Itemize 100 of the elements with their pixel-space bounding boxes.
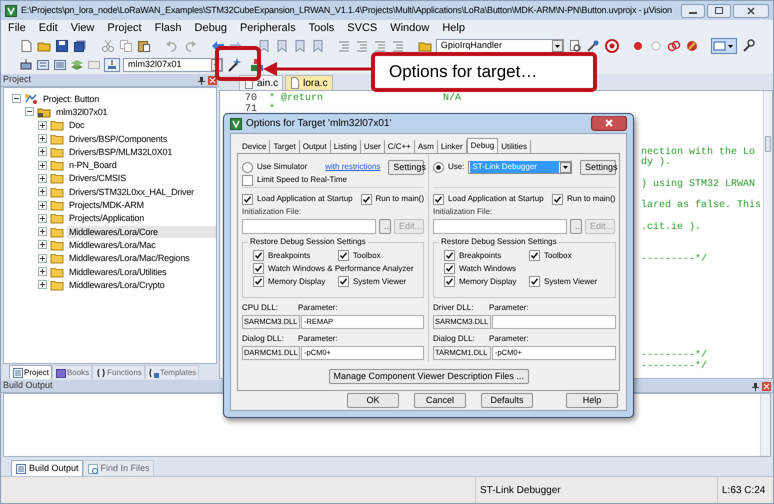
close-icon[interactable] [733, 4, 769, 18]
init-file-field[interactable] [433, 219, 567, 234]
checkbox[interactable] [444, 250, 455, 261]
tree-item[interactable]: mlm32l07x01 [54, 106, 110, 118]
expand-icon[interactable] [38, 120, 47, 130]
dialog-button[interactable]: Defaults [481, 393, 533, 408]
menu-item[interactable]: File [8, 20, 26, 37]
menu-item[interactable]: Tools [308, 20, 334, 37]
tree-item[interactable]: Drivers/BSP/MLM32L0X01 [67, 146, 174, 158]
panel-tab[interactable]: Templates [144, 365, 200, 379]
menu-item[interactable]: Debug [194, 20, 227, 37]
panel-tab[interactable]: Build Output [11, 460, 83, 476]
checkbox[interactable] [552, 194, 563, 204]
tree-item[interactable]: Drivers/STM32L0xx_HAL_Driver [67, 186, 196, 198]
checkbox[interactable] [529, 250, 540, 261]
indent-icon[interactable] [373, 39, 388, 53]
collapse-icon[interactable] [25, 107, 34, 116]
tree-item[interactable]: Middlewares/Lora/Mac [67, 238, 158, 251]
tree-item[interactable]: n-PN_Board [67, 159, 119, 172]
menu-item[interactable]: Window [390, 20, 430, 37]
tree-item[interactable]: Middlewares/Lora/Mac/Regions [67, 252, 192, 264]
init-file-field[interactable] [242, 219, 376, 234]
window-layout-icon[interactable] [711, 38, 737, 54]
bookmark-icon[interactable] [292, 39, 307, 53]
checkbox[interactable] [253, 263, 264, 274]
radio-button[interactable] [242, 162, 253, 172]
indent-icon[interactable] [355, 39, 370, 53]
checkbox[interactable] [253, 276, 264, 287]
browse-button[interactable]: ... [379, 219, 391, 234]
minimize-icon[interactable] [681, 4, 705, 18]
scroll-thumb[interactable] [765, 136, 771, 152]
components-icon[interactable] [250, 58, 264, 72]
dialog-button[interactable]: OK [347, 393, 399, 408]
tree-item[interactable]: Middlewares/Lora/Crypto [67, 278, 166, 291]
bookmark-icon[interactable] [256, 39, 271, 53]
save-all-icon[interactable] [73, 39, 87, 53]
pin-icon[interactable] [197, 76, 206, 84]
tree-item[interactable]: Middlewares/Lora/Utilities [67, 266, 168, 278]
menu-item[interactable]: Peripherals [240, 20, 296, 37]
checkbox[interactable] [338, 276, 349, 287]
expand-icon[interactable] [38, 200, 47, 210]
checkbox[interactable] [242, 174, 253, 186]
save-icon[interactable] [55, 39, 69, 53]
expand-icon[interactable] [38, 254, 47, 263]
indent-icon[interactable] [337, 39, 352, 53]
pin-icon[interactable] [751, 382, 760, 390]
checkbox[interactable] [433, 194, 444, 204]
expand-icon[interactable] [38, 280, 47, 290]
settings-button[interactable]: Settings [580, 160, 616, 174]
batch-build-icon[interactable] [70, 58, 84, 72]
clear-breakpoints-icon[interactable] [666, 39, 681, 53]
expand-icon[interactable] [38, 134, 47, 144]
tree-item[interactable]: Drivers/BSP/Components [67, 132, 170, 145]
settings-button[interactable]: Settings [388, 160, 424, 174]
expand-icon[interactable] [38, 174, 47, 183]
download-icon[interactable] [104, 58, 120, 72]
menu-item[interactable]: Project [107, 20, 142, 37]
manage-button[interactable]: Manage Component Viewer Description Files ... [328, 368, 528, 384]
dialog-tab[interactable]: Debug [466, 138, 498, 153]
tree-item[interactable]: Drivers/CMSIS [67, 172, 128, 184]
file-tab[interactable]: lora.c [285, 75, 333, 90]
menu-item[interactable]: Help [442, 20, 465, 37]
radio-button[interactable] [433, 162, 444, 172]
panel-tab[interactable]: Project [9, 365, 52, 379]
menu-item[interactable]: Flash [154, 20, 182, 37]
target-combo[interactable]: mlm32l07x01 [123, 58, 223, 72]
checkbox[interactable] [444, 263, 455, 274]
kill-breakpoints-icon[interactable] [684, 39, 699, 53]
paste-icon[interactable] [136, 39, 151, 53]
tree-item[interactable]: Projects/Application [67, 212, 146, 224]
tree-item[interactable]: Project: Button [41, 92, 102, 105]
close-icon[interactable] [591, 116, 627, 131]
panel-tab[interactable]: Books [52, 365, 92, 379]
expand-icon[interactable] [38, 227, 47, 236]
bookmark-icon[interactable] [310, 39, 325, 53]
new-file-icon[interactable] [19, 39, 33, 53]
browse-button[interactable]: ... [570, 219, 582, 234]
checkbox[interactable] [253, 250, 264, 261]
expand-icon[interactable] [38, 240, 47, 250]
maximize-icon[interactable] [707, 4, 731, 18]
function-combo[interactable]: GpioIrqHandler [436, 39, 564, 53]
dialog-button[interactable]: Cancel [414, 393, 466, 408]
wrench-icon[interactable] [741, 39, 755, 53]
expand-icon[interactable] [38, 187, 47, 196]
debug-icon[interactable] [604, 38, 620, 54]
checkbox[interactable] [444, 276, 455, 287]
checkbox[interactable] [242, 194, 253, 204]
menu-item[interactable]: Edit [38, 20, 58, 37]
vertical-scrollbar[interactable] [763, 91, 772, 378]
indent-icon[interactable] [391, 39, 406, 53]
restrictions-link[interactable]: with restrictions [325, 161, 380, 173]
tree-item[interactable]: Doc [67, 119, 86, 132]
menu-item[interactable]: View [70, 20, 94, 37]
panel-tab[interactable]: Functions [92, 365, 145, 379]
expand-icon[interactable] [38, 214, 47, 223]
checkbox[interactable] [338, 250, 349, 261]
dialog-button[interactable]: Help [566, 393, 618, 408]
menu-item[interactable]: SVCS [347, 20, 378, 37]
panel-tab[interactable]: Find In Files [82, 460, 154, 476]
tree-item[interactable]: Middlewares/Lora/Core [67, 226, 216, 238]
